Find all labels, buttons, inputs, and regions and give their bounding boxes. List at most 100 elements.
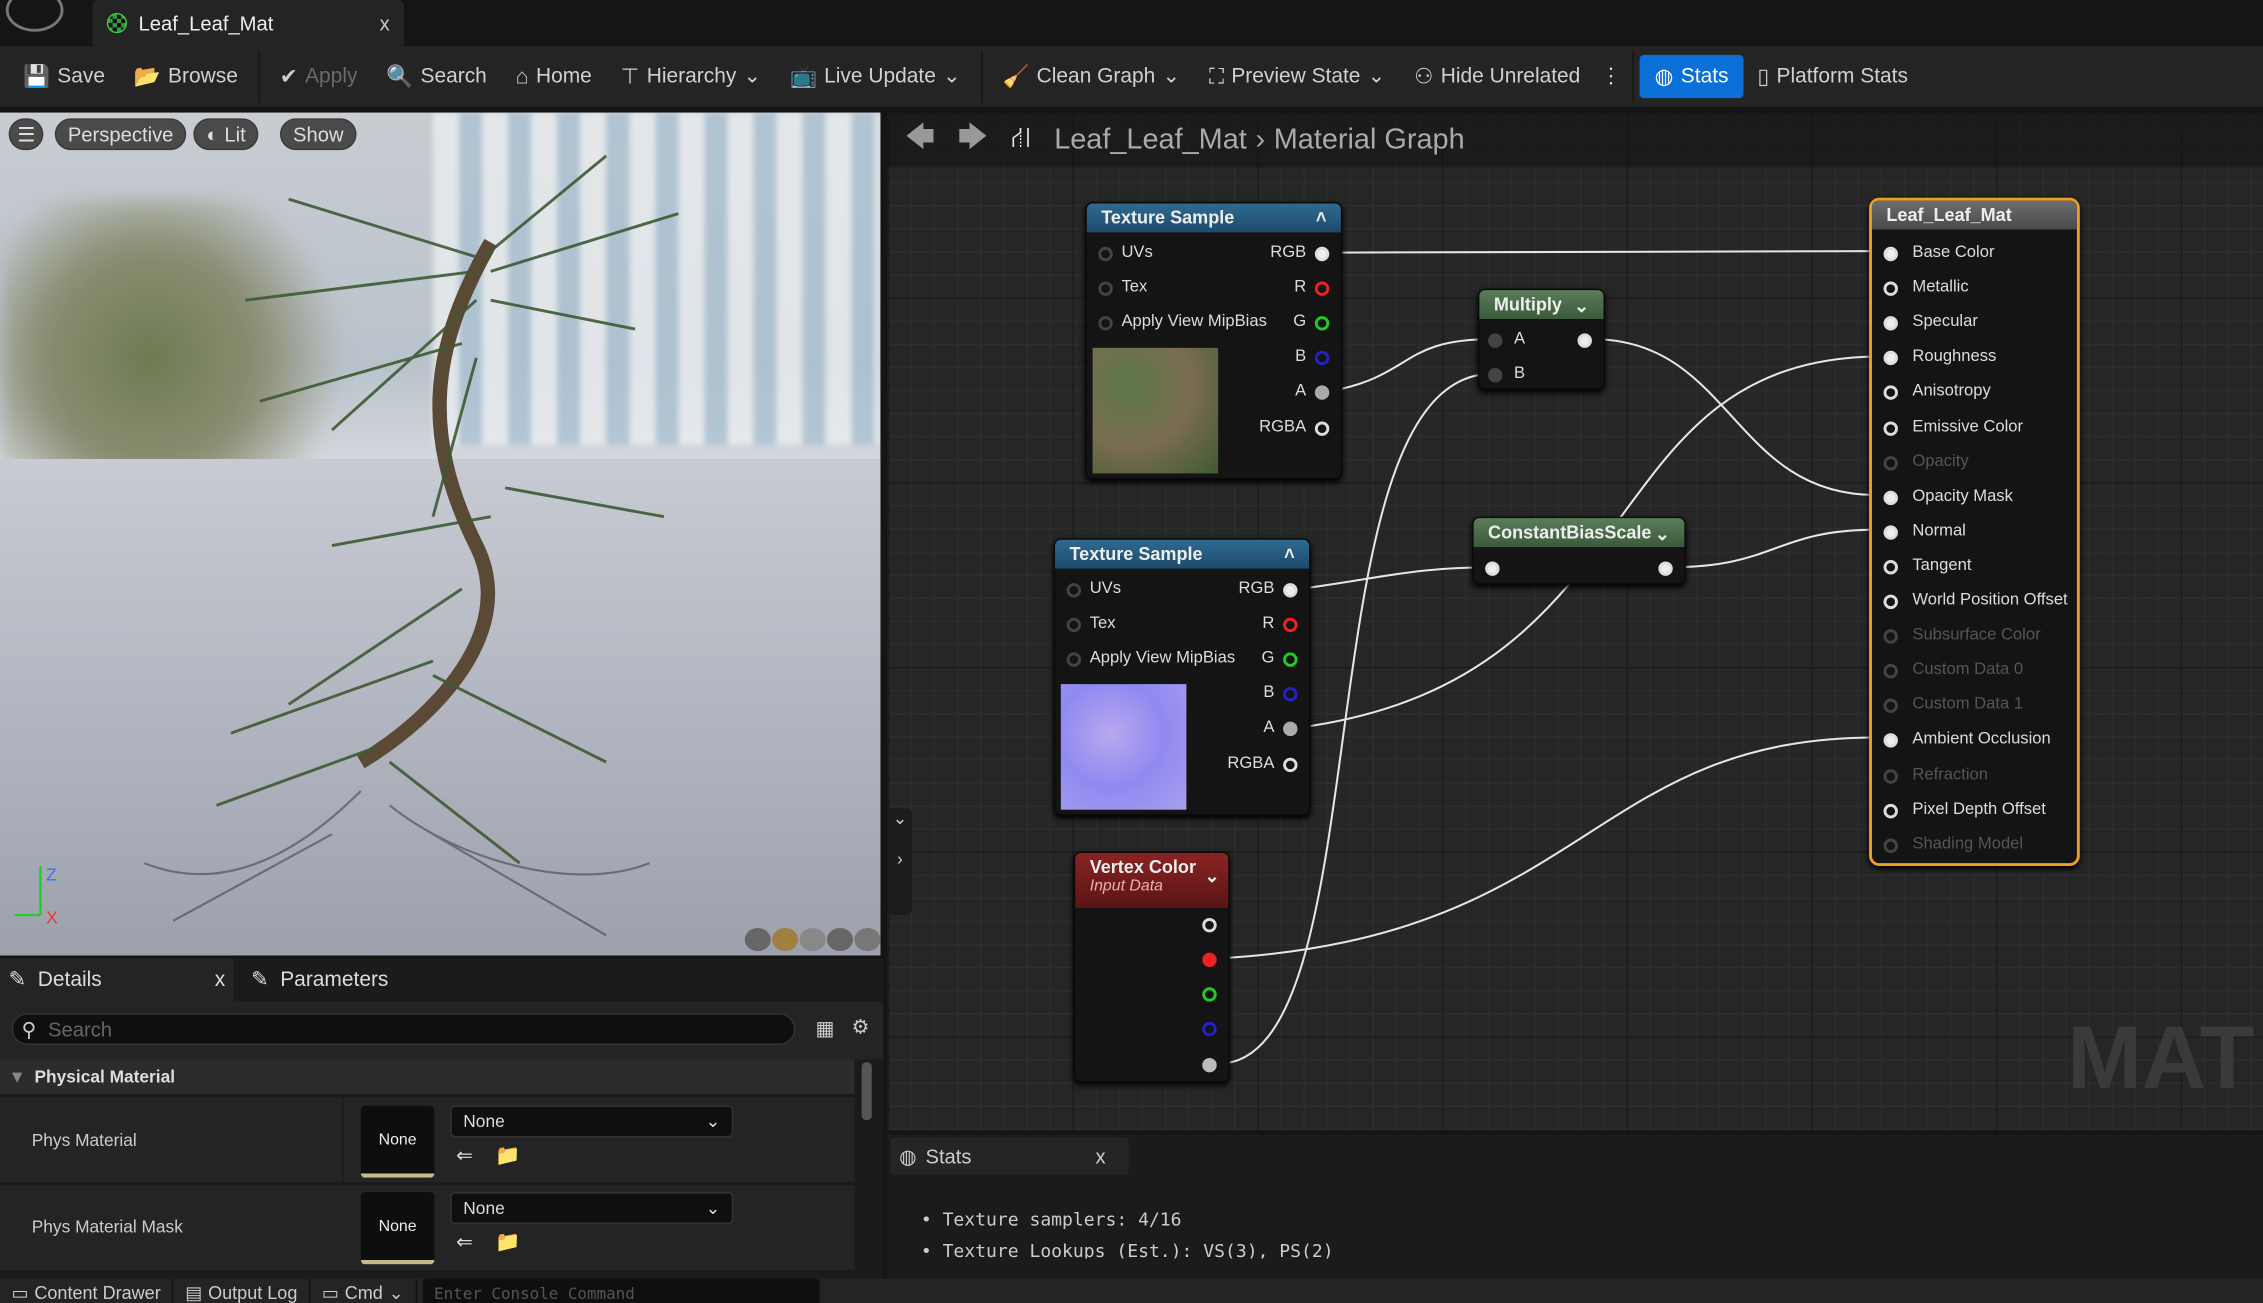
input-pin[interactable] — [1066, 652, 1082, 667]
input-pin[interactable] — [1066, 583, 1082, 598]
output-pin[interactable] — [1283, 687, 1298, 702]
pin-label: RGBA — [1227, 754, 1275, 773]
output-pin[interactable] — [1202, 952, 1217, 968]
output-pin[interactable] — [1202, 1021, 1217, 1037]
output-pin[interactable] — [1202, 1057, 1217, 1073]
input-pin[interactable] — [1883, 629, 1898, 644]
pin-label: Refraction — [1912, 765, 1989, 783]
stats-tab[interactable]: ◍ Stats x — [890, 1137, 1129, 1175]
pin-label: R — [1294, 278, 1307, 296]
close-stats-button[interactable]: x — [1095, 1145, 1105, 1168]
input-pin[interactable] — [1883, 351, 1898, 366]
asset-picker-combo[interactable]: None ⌄ — [450, 1105, 734, 1138]
pin-label: Anisotropy — [1912, 383, 1991, 401]
input-pin[interactable] — [1883, 594, 1898, 610]
output-pin[interactable] — [1314, 281, 1330, 296]
input-pin[interactable] — [1883, 525, 1898, 540]
browse-asset-icon[interactable]: 📁 — [495, 1143, 520, 1168]
pin-label: R — [1262, 614, 1275, 633]
category-physical-material[interactable]: ▼ Physical Material — [0, 1059, 855, 1095]
input-pin[interactable] — [1883, 559, 1898, 575]
asset-thumbnail[interactable]: None — [360, 1105, 435, 1178]
close-details-button[interactable]: x — [215, 968, 225, 991]
asset-picker-combo[interactable]: None ⌄ — [450, 1192, 734, 1224]
output-pin[interactable] — [1658, 561, 1673, 576]
pin-label: Normal — [1912, 522, 1966, 540]
chevron-down-icon[interactable]: ⌄ — [1204, 865, 1219, 886]
browse-asset-icon[interactable]: 📁 — [495, 1230, 520, 1255]
pin-label: Base Color — [1912, 243, 1995, 262]
pin-label: Pixel Depth Offset — [1912, 800, 2046, 818]
input-pin[interactable] — [1485, 561, 1500, 576]
output-pin[interactable] — [1314, 421, 1330, 436]
chevron-down-icon[interactable]: ⌄ — [1574, 294, 1589, 316]
output-pin[interactable] — [1314, 350, 1330, 366]
input-pin[interactable] — [1883, 768, 1898, 783]
input-pin[interactable] — [1883, 803, 1898, 818]
output-pin[interactable] — [1314, 246, 1330, 262]
input-pin[interactable] — [1098, 246, 1113, 262]
pin-label: UVs — [1121, 243, 1153, 262]
gear-icon[interactable]: ⚙ — [852, 1015, 870, 1040]
content-drawer-button[interactable]: ▭ Content Drawer — [0, 1278, 174, 1303]
material-result-node[interactable]: Leaf_Leaf_Mat Base Color Metallic Specular… — [1869, 197, 2080, 866]
input-pin[interactable] — [1883, 698, 1898, 714]
output-pin[interactable] — [1283, 721, 1298, 737]
output-pin[interactable] — [1283, 583, 1298, 598]
input-pin[interactable] — [1883, 246, 1898, 262]
output-pin[interactable] — [1314, 316, 1330, 331]
chevron-down-icon: ⌄ — [705, 1111, 721, 1132]
details-search-input[interactable]: ⚲ Search — [11, 1013, 796, 1045]
input-pin[interactable] — [1883, 420, 1898, 436]
input-pin[interactable] — [1883, 455, 1898, 470]
use-selected-icon[interactable]: ⇐ — [456, 1230, 473, 1255]
texture-sample-node[interactable]: Texture Sample ˄ UVs Tex Apply View MipBi… — [1085, 202, 1343, 480]
use-selected-icon[interactable]: ⇐ — [456, 1143, 473, 1168]
details-tab[interactable]: ✎ Details x — [0, 958, 234, 1002]
output-log-button[interactable]: ▤ Output Log — [174, 1278, 311, 1303]
vertex-color-node[interactable]: Vertex Color Input Data ⌄ — [1073, 851, 1230, 1083]
details-scrollbar[interactable] — [861, 1062, 872, 1121]
texture-sample-node[interactable]: Texture Sample ˄ UVs Tex Apply View MipBi… — [1053, 538, 1311, 816]
pin-label: UVs — [1089, 580, 1122, 598]
input-pin[interactable] — [1883, 838, 1898, 853]
property-label: Phys Material Mask — [31, 1216, 183, 1237]
chevron-down-icon: ⌄ — [388, 1283, 404, 1303]
cmd-button[interactable]: ▭ Cmd ⌄ — [310, 1278, 417, 1303]
parameters-tab[interactable]: ✎ Parameters — [242, 958, 397, 1001]
output-pin[interactable] — [1283, 617, 1298, 633]
terminal-icon: ▭ — [321, 1283, 339, 1303]
asset-thumbnail[interactable]: None — [360, 1192, 435, 1265]
multiply-node[interactable]: Multiply ⌄ A B — [1477, 288, 1605, 390]
input-pin[interactable] — [1883, 664, 1898, 679]
input-pin[interactable] — [1488, 333, 1503, 348]
input-pin[interactable] — [1098, 316, 1113, 331]
constant-bias-scale-node[interactable]: ConstantBiasScale ⌄ — [1472, 516, 1686, 585]
pin-label: Opacity — [1912, 452, 1969, 470]
collapse-icon[interactable]: ˄ — [1284, 544, 1295, 564]
input-pin[interactable] — [1098, 281, 1113, 296]
input-pin[interactable] — [1883, 490, 1898, 505]
table-view-icon[interactable]: ▦ — [815, 1016, 834, 1041]
output-pin[interactable] — [1283, 652, 1298, 667]
pin-label: Metallic — [1912, 278, 1969, 297]
console-input[interactable]: Enter Console Command — [422, 1278, 820, 1303]
output-pin[interactable] — [1283, 757, 1298, 773]
output-pin[interactable] — [1202, 987, 1217, 1002]
input-pin[interactable] — [1066, 617, 1082, 633]
pin-label: Ambient Occlusion — [1912, 730, 2051, 749]
wire — [1218, 736, 1877, 960]
stats-icon: ◍ — [899, 1143, 917, 1167]
output-pin[interactable] — [1314, 385, 1330, 400]
input-pin[interactable] — [1883, 281, 1898, 297]
node-subtitle: Input Data — [1089, 877, 1163, 895]
collapse-icon[interactable]: ˄ — [1316, 208, 1327, 228]
output-pin[interactable] — [1202, 917, 1217, 933]
input-pin[interactable] — [1488, 368, 1503, 383]
input-pin[interactable] — [1883, 733, 1898, 749]
pin-label: Apply View MipBias — [1121, 313, 1267, 331]
input-pin[interactable] — [1883, 316, 1898, 331]
input-pin[interactable] — [1883, 385, 1898, 401]
chevron-down-icon[interactable]: ⌄ — [1655, 522, 1670, 544]
output-pin[interactable] — [1577, 333, 1592, 348]
